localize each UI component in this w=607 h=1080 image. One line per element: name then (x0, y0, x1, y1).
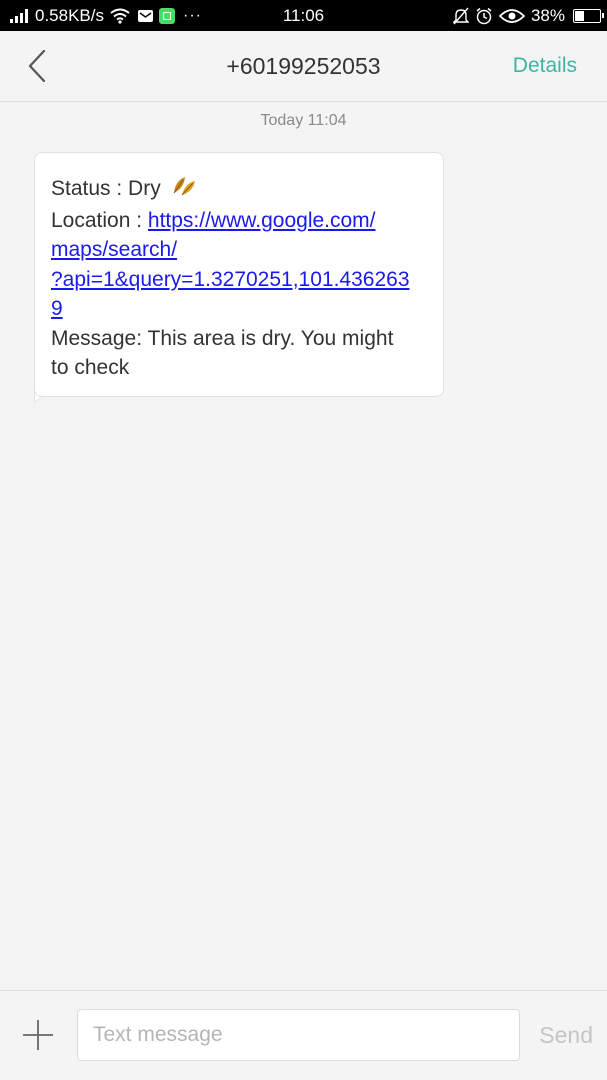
plus-icon (23, 1020, 53, 1050)
google-maps-link[interactable]: https://www.google.com/ (148, 209, 376, 232)
message-text-line: Message: This area is dry. You might (51, 326, 394, 350)
muted-bell-icon (452, 7, 469, 25)
send-button[interactable]: Send (539, 991, 593, 1079)
battery-percent: 38% (530, 5, 565, 25)
eye-icon (498, 8, 525, 24)
message-timestamp: Today 11:04 (260, 112, 347, 129)
received-message-bubble[interactable]: Status : Dry Location : https://www.goog… (34, 152, 444, 397)
google-maps-link-end[interactable]: 9 (51, 297, 63, 320)
location-label: Location : (51, 208, 148, 232)
status-label: Status : Dry (51, 176, 167, 200)
conversation-header: +60199252053 Details (0, 31, 607, 102)
google-maps-link-cont[interactable]: maps/search/ (51, 238, 177, 261)
message-text-line: to check (51, 356, 130, 379)
text-message-input[interactable] (77, 1009, 520, 1061)
status-bar: 0.58KB/s ··· 11:06 38% (0, 0, 607, 31)
fallen-leaves-icon (171, 173, 197, 206)
battery-icon (573, 8, 604, 23)
details-button[interactable]: Details (513, 31, 577, 101)
alarm-icon (475, 7, 493, 25)
message-composer: Send (0, 990, 607, 1080)
attach-button[interactable] (20, 1017, 56, 1053)
google-maps-link-query[interactable]: ?api=1&query=1.3270251,101.436263 (51, 268, 410, 291)
messaging-screen: 0.58KB/s ··· 11:06 38% +60199252053 Deta… (0, 0, 607, 1080)
